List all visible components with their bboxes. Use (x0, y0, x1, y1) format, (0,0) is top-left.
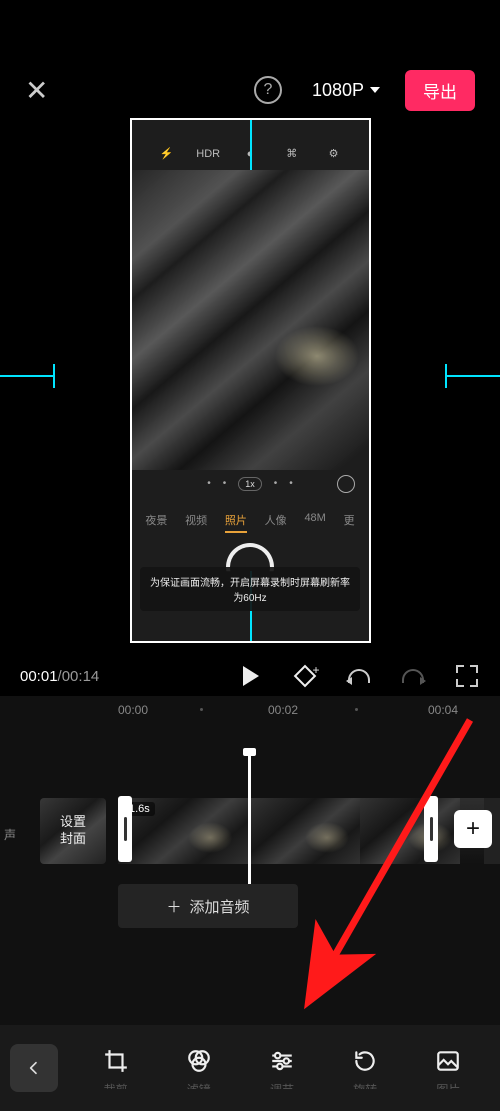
filter-icon (185, 1047, 213, 1075)
clip-thumbnail[interactable] (250, 798, 360, 864)
fullscreen-button[interactable] (454, 663, 480, 689)
undo-button[interactable] (346, 663, 372, 689)
ruler-mark-4: 00:04 (428, 703, 458, 717)
preview-image (132, 170, 369, 470)
ai-icon: ◐ (241, 145, 259, 163)
toast-message: 为保证画面流畅，开启屏幕录制时屏幕刷新率 为60Hz (140, 567, 360, 611)
zoom-level: 1x (238, 477, 262, 491)
ruler-mark-0: 00:00 (118, 703, 148, 717)
tab-night: 夜景 (145, 512, 167, 533)
toast-line1: 为保证画面流畅，开启屏幕录制时屏幕刷新率 (150, 574, 350, 589)
keyframe-button[interactable] (292, 663, 318, 689)
add-audio-button[interactable]: ＋ 添加音频 (118, 884, 298, 928)
play-icon (243, 666, 259, 686)
playback-controls: 00:01/00:14 (0, 656, 500, 696)
cover-label-1: 设置 (60, 814, 86, 831)
clip-thumbnail[interactable] (360, 798, 460, 864)
selection-handle-left[interactable] (118, 796, 132, 862)
tool-rotate[interactable]: 旋转 (336, 1047, 394, 1089)
fullscreen-icon (456, 665, 478, 687)
tool-adjust[interactable]: 调节 (253, 1047, 311, 1089)
close-button[interactable]: ✕ (25, 74, 48, 107)
time-current: 00:01 (20, 668, 58, 685)
timeline-area: 00:00 00:02 00:04 声 设置 封面 1.6s + ＋ 添加音频 (0, 696, 500, 1025)
tab-photo: 照片 (225, 512, 247, 533)
plus-icon: ＋ (166, 896, 181, 917)
undo-icon (348, 669, 370, 683)
ruler-mark-2: 00:02 (268, 703, 298, 717)
keyframe-icon (294, 665, 317, 688)
add-audio-label: 添加音频 (190, 896, 250, 917)
resolution-label: 1080P (312, 80, 364, 101)
help-button[interactable]: ? (254, 76, 282, 104)
tab-more: 更 (344, 512, 355, 533)
tool-crop[interactable]: 裁剪 (87, 1047, 145, 1089)
redo-icon (402, 669, 424, 683)
resolution-selector[interactable]: 1080P (312, 80, 380, 101)
settings-icon: ⚙ (325, 145, 343, 163)
tool-adjust-label: 调节 (270, 1081, 294, 1089)
ruler-dot (355, 708, 358, 711)
tool-crop-label: 裁剪 (104, 1081, 128, 1089)
play-button[interactable] (238, 663, 264, 689)
redo-button[interactable] (400, 663, 426, 689)
tool-filter[interactable]: 滤镜 (170, 1047, 228, 1089)
image-icon (434, 1047, 462, 1075)
set-cover-button[interactable]: 设置 封面 (40, 798, 106, 864)
toast-line2: 为60Hz (150, 589, 350, 604)
export-button[interactable]: 导出 (405, 70, 475, 111)
chevron-left-icon (26, 1060, 42, 1076)
tab-portrait: 人像 (265, 512, 287, 533)
tool-image[interactable]: 图片 (419, 1047, 477, 1089)
ruler-dot (200, 708, 203, 711)
clip-strip[interactable]: 1.6s (118, 798, 500, 864)
tool-rotate-label: 旋转 (353, 1081, 377, 1089)
zoom-indicator: •• 1x •• (132, 477, 369, 491)
camera-top-icons: ⚡ HDR ◐ ⌘ ⚙ (132, 145, 369, 163)
rotate-icon (351, 1047, 379, 1075)
clip-thumbnail[interactable]: 1.6s (118, 798, 250, 864)
adjust-icon (268, 1047, 296, 1075)
back-button[interactable] (10, 1044, 58, 1092)
hdr-icon: HDR (199, 145, 217, 163)
timecode-display: 00:01/00:14 (20, 668, 99, 685)
top-bar: ✕ ? 1080P 导出 (0, 60, 500, 120)
tool-filter-label: 滤镜 (187, 1081, 211, 1089)
tab-48m: 48M (304, 512, 325, 533)
flash-icon: ⚡ (157, 145, 175, 163)
preview-area: ⚡ HDR ◐ ⌘ ⚙ •• 1x •• 夜景 视频 照片 人像 48M 更 为… (0, 115, 500, 645)
add-clip-button[interactable]: + (454, 810, 492, 848)
selection-handle-right[interactable] (424, 796, 438, 862)
tab-video: 视频 (185, 512, 207, 533)
time-total: 00:14 (62, 668, 100, 685)
bottom-toolbar: 裁剪 滤镜 调节 旋转 图片 (0, 1025, 500, 1111)
camera-mode-tabs: 夜景 视频 照片 人像 48M 更 (132, 512, 369, 533)
crop-icon (102, 1047, 130, 1075)
chevron-down-icon (370, 87, 380, 93)
filter-icon: ⌘ (283, 145, 301, 163)
video-preview[interactable]: ⚡ HDR ◐ ⌘ ⚙ •• 1x •• 夜景 视频 照片 人像 48M 更 为… (130, 118, 371, 643)
cover-label-2: 封面 (60, 831, 86, 848)
camera-flip-icon (337, 475, 355, 493)
time-ruler[interactable]: 00:00 00:02 00:04 (0, 696, 500, 724)
tool-image-label: 图片 (436, 1081, 460, 1089)
